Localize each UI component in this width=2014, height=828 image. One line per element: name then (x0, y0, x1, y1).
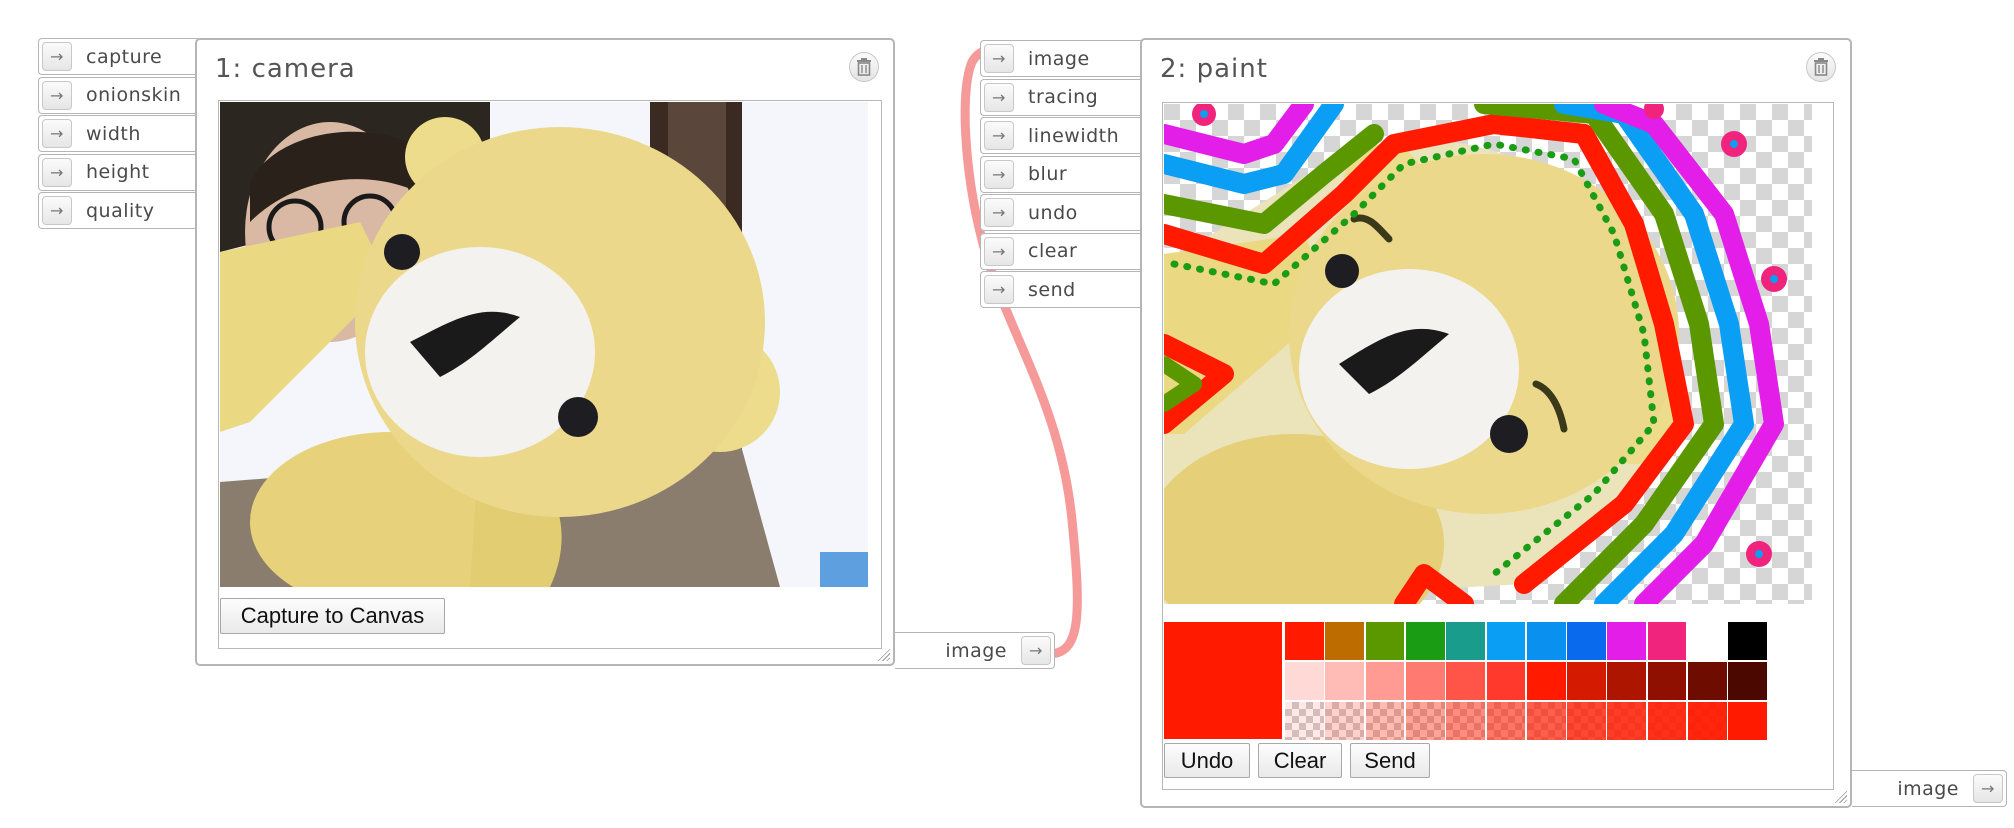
camera-resize-handle[interactable] (876, 647, 890, 661)
palette-color-swatch[interactable] (1486, 622, 1526, 660)
palette-opacity-swatch[interactable] (1526, 702, 1566, 740)
arrow-right-icon[interactable]: → (1973, 774, 2003, 803)
palette-color-swatch[interactable] (1405, 622, 1445, 660)
palette-color-swatch[interactable] (1607, 622, 1647, 660)
clear-button[interactable]: Clear (1258, 743, 1342, 778)
paint-frame: Undo Clear Send (1162, 102, 1834, 790)
palette-shade-swatch[interactable] (1688, 662, 1727, 700)
palette-shade-swatch[interactable] (1325, 662, 1365, 700)
palette-shade-swatch[interactable] (1446, 662, 1485, 700)
palette-opacity-swatch[interactable] (1285, 702, 1324, 740)
palette-color-swatch[interactable] (1365, 622, 1405, 660)
camera-output-label: image (945, 639, 1007, 662)
camera-input-quality[interactable]: → quality (38, 192, 198, 229)
paint-input-label: send (1028, 278, 1076, 301)
palette-opacity-swatch[interactable] (1728, 702, 1768, 740)
palette-shade-swatch[interactable] (1285, 662, 1324, 700)
paint-resize-handle[interactable] (1833, 789, 1847, 803)
capture-to-canvas-button[interactable]: Capture to Canvas (220, 598, 445, 634)
camera-input-label: width (86, 122, 141, 145)
camera-input-width[interactable]: → width (38, 115, 198, 152)
palette-shade-swatch[interactable] (1607, 662, 1647, 700)
arrow-right-icon[interactable]: → (984, 159, 1014, 189)
palette-color-swatch[interactable] (1728, 622, 1768, 660)
palette-shade-swatch[interactable] (1567, 662, 1606, 700)
paint-input-clear[interactable]: → clear (980, 232, 1144, 270)
paint-output-label: image (1897, 777, 1959, 800)
camera-input-capture[interactable]: → capture (38, 38, 198, 75)
palette-opacity-swatch[interactable] (1647, 702, 1687, 740)
color-palette (1163, 620, 1835, 740)
arrow-right-icon[interactable]: → (42, 157, 72, 187)
arrow-right-icon[interactable]: → (984, 236, 1014, 266)
arrow-right-icon[interactable]: → (42, 42, 72, 71)
undo-button[interactable]: Undo (1164, 743, 1250, 778)
paint-input-send[interactable]: → send (980, 271, 1144, 308)
paint-title: 2: paint (1160, 54, 1268, 84)
trash-icon (1814, 58, 1828, 76)
palette-opacity-swatch[interactable] (1446, 702, 1485, 740)
palette-shade-swatch[interactable] (1365, 662, 1405, 700)
send-button[interactable]: Send (1350, 743, 1430, 778)
camera-input-label: height (86, 161, 150, 183)
paint-delete-button[interactable] (1806, 52, 1836, 82)
paint-input-undo[interactable]: → undo (980, 194, 1144, 231)
palette-opacity-swatch[interactable] (1486, 702, 1526, 740)
paint-input-blur[interactable]: → blur (980, 155, 1144, 193)
palette-shade-swatch[interactable] (1405, 662, 1445, 700)
paint-input-label: linewidth (1028, 124, 1120, 147)
palette-shade-swatch[interactable] (1526, 662, 1566, 700)
paint-input-label: blur (1028, 163, 1068, 185)
palette-shade-swatch[interactable] (1728, 662, 1768, 700)
palette-opacity-swatch[interactable] (1688, 702, 1727, 740)
paint-input-label: undo (1028, 201, 1078, 224)
palette-color-swatch[interactable] (1285, 622, 1324, 660)
palette-color-swatch[interactable] (1526, 622, 1566, 660)
arrow-right-icon[interactable]: → (984, 121, 1014, 150)
paint-input-image[interactable]: → image (980, 40, 1144, 77)
camera-input-label: quality (86, 199, 155, 222)
arrow-right-icon[interactable]: → (984, 44, 1014, 73)
palette-color-swatch[interactable] (1567, 622, 1606, 660)
palette-opacity-swatch[interactable] (1365, 702, 1405, 740)
paint-input-label: clear (1028, 240, 1078, 262)
camera-input-label: capture (86, 45, 163, 68)
paint-input-label: tracing (1028, 86, 1099, 108)
paint-input-linewidth[interactable]: → linewidth (980, 117, 1144, 154)
arrow-right-icon[interactable]: → (42, 80, 72, 110)
paint-input-tracing[interactable]: → tracing (980, 78, 1144, 116)
palette-opacity-swatch[interactable] (1567, 702, 1606, 740)
palette-opacity-swatch[interactable] (1325, 702, 1365, 740)
camera-view-frame: Capture to Canvas (218, 100, 882, 649)
palette-color-swatch[interactable] (1325, 622, 1365, 660)
arrow-right-icon[interactable]: → (42, 196, 72, 225)
palette-color-swatch[interactable] (1647, 622, 1687, 660)
palette-shade-swatch[interactable] (1647, 662, 1687, 700)
camera-delete-button[interactable] (849, 52, 879, 82)
camera-input-onionskin[interactable]: → onionskin (38, 76, 198, 114)
camera-module[interactable]: 1: camera Capture to Canvas (195, 38, 895, 666)
arrow-right-icon[interactable]: → (1021, 636, 1051, 665)
camera-input-label: onionskin (86, 84, 182, 106)
arrow-right-icon[interactable]: → (984, 82, 1014, 112)
camera-output-image[interactable]: image → (895, 632, 1055, 669)
paint-canvas[interactable] (1164, 104, 1812, 604)
camera-input-height[interactable]: → height (38, 153, 198, 191)
arrow-right-icon[interactable]: → (984, 275, 1014, 304)
palette-color-swatch[interactable] (1446, 622, 1485, 660)
palette-opacity-swatch[interactable] (1607, 702, 1647, 740)
trash-icon (857, 58, 871, 76)
camera-video[interactable] (220, 102, 868, 587)
palette-opacity-swatch[interactable] (1405, 702, 1445, 740)
arrow-right-icon[interactable]: → (984, 198, 1014, 227)
arrow-right-icon[interactable]: → (42, 119, 72, 148)
paint-input-label: image (1028, 47, 1090, 70)
camera-title: 1: camera (215, 54, 356, 84)
current-color-swatch (1164, 622, 1282, 739)
palette-shade-swatch[interactable] (1486, 662, 1526, 700)
paint-module[interactable]: 2: paint Undo Clear Send (1140, 38, 1852, 808)
palette-color-swatch[interactable] (1688, 622, 1727, 660)
paint-output-image[interactable]: image → (1852, 770, 2007, 807)
